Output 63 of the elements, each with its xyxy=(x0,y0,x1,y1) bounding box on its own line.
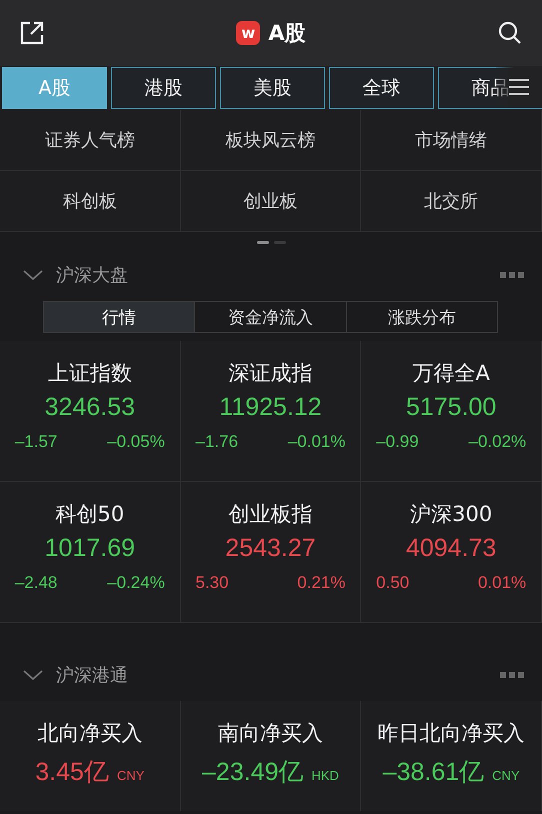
flow-value: –38.61亿 xyxy=(382,757,484,788)
chevron-down-icon[interactable] xyxy=(22,668,44,682)
index-percent: –0.05% xyxy=(107,432,165,452)
segment-tab[interactable]: 涨跌分布 xyxy=(346,302,497,332)
index-card[interactable]: 沪深300 4094.73 0.50 0.01% xyxy=(361,482,542,623)
currency-label: CNY xyxy=(116,768,144,783)
index-change: –1.76 xyxy=(195,432,238,452)
shortcut-item[interactable]: 市场情绪 xyxy=(361,110,542,171)
index-value: 2543.27 xyxy=(225,534,316,563)
app-logo: w xyxy=(236,21,260,45)
shortcut-item[interactable]: 板块风云榜 xyxy=(180,110,362,171)
index-name: 沪深300 xyxy=(410,501,492,528)
index-change: –0.99 xyxy=(376,432,419,452)
index-card[interactable]: 深证成指 11925.12 –1.76 –0.01% xyxy=(180,341,362,482)
flow-card[interactable]: 南向净买入 –23.49亿 HKD xyxy=(180,701,362,811)
index-value: 3246.53 xyxy=(44,393,136,422)
flow-name: 北向净买入 xyxy=(37,720,142,747)
index-card[interactable]: 科创50 1017.69 –2.48 –0.24% xyxy=(0,482,181,623)
index-value: 1017.69 xyxy=(44,534,136,563)
index-percent: 0.21% xyxy=(297,573,346,593)
page-title: A股 xyxy=(268,20,306,47)
chevron-down-icon[interactable] xyxy=(22,268,44,282)
index-change: 5.30 xyxy=(195,573,229,593)
shortcut-item[interactable]: 创业板 xyxy=(180,171,362,232)
index-card[interactable]: 万得全A 5175.00 –0.99 –0.02% xyxy=(361,341,542,482)
shortcut-item[interactable]: 科创板 xyxy=(0,171,181,232)
index-change: 0.50 xyxy=(376,573,410,593)
index-name: 上证指数 xyxy=(48,360,132,387)
index-change: –2.48 xyxy=(14,573,58,593)
index-percent: –0.02% xyxy=(468,432,526,452)
index-change: –1.57 xyxy=(14,432,58,452)
index-percent: –0.24% xyxy=(107,573,165,593)
shortcut-item[interactable]: 证券人气榜 xyxy=(0,110,181,171)
index-card[interactable]: 上证指数 3246.53 –1.57 –0.05% xyxy=(0,341,181,482)
flow-name: 南向净买入 xyxy=(218,720,323,747)
section-title: 沪深大盘 xyxy=(56,264,129,287)
more-icon[interactable] xyxy=(500,272,524,278)
currency-label: HKD xyxy=(312,768,339,783)
more-icon[interactable] xyxy=(500,672,524,678)
segment-tab[interactable]: 资金净流入 xyxy=(195,302,347,332)
market-tab[interactable]: 美股 xyxy=(220,67,325,109)
index-name: 创业板指 xyxy=(228,501,312,528)
index-percent: –0.01% xyxy=(288,432,346,452)
flow-name: 昨日北向净买入 xyxy=(378,720,525,747)
index-name: 科创50 xyxy=(55,501,124,528)
segment-tab[interactable]: 行情 xyxy=(44,302,196,332)
index-name: 深证成指 xyxy=(228,360,312,387)
market-tab[interactable]: 商品 xyxy=(438,67,542,109)
section-title: 沪深港通 xyxy=(56,664,129,687)
market-tab[interactable]: 港股 xyxy=(111,67,216,109)
index-value: 5175.00 xyxy=(406,393,496,422)
market-tab[interactable]: 全球 xyxy=(329,67,434,109)
currency-label: CNY xyxy=(492,768,520,783)
index-percent: 0.01% xyxy=(478,573,526,593)
shortcut-item[interactable]: 北交所 xyxy=(361,171,542,232)
index-name: 万得全A xyxy=(412,360,490,387)
menu-icon[interactable] xyxy=(508,78,530,96)
share-icon[interactable] xyxy=(18,19,46,47)
flow-value: –23.49亿 xyxy=(202,757,304,788)
flow-value: 3.45亿 xyxy=(35,757,109,788)
index-card[interactable]: 创业板指 2543.27 5.30 0.21% xyxy=(180,482,362,623)
index-value: 11925.12 xyxy=(219,393,322,422)
index-value: 4094.73 xyxy=(406,534,496,563)
